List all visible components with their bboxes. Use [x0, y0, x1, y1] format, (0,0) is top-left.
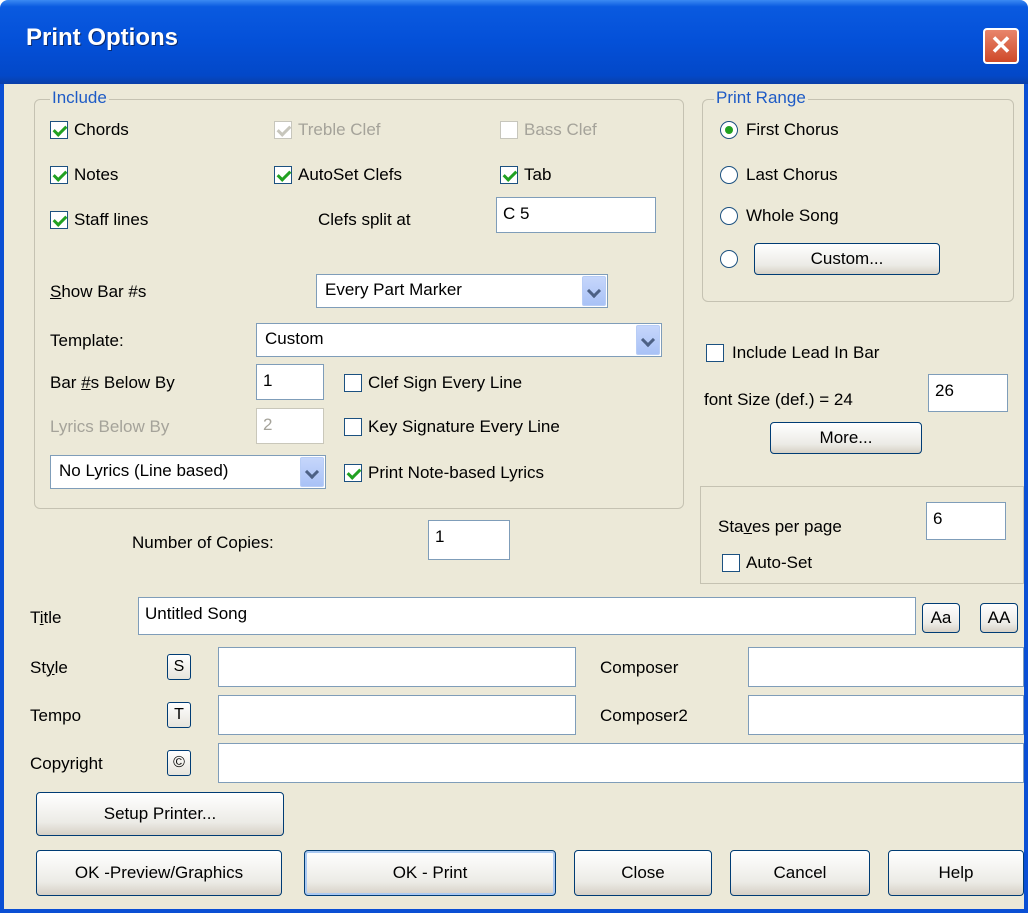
first-chorus-label: First Chorus [746, 120, 839, 139]
composer2-label: Composer2 [600, 706, 688, 725]
note-lyrics-checkbox[interactable] [344, 464, 362, 482]
template-select-value: Custom [265, 329, 324, 348]
custom-range-button[interactable]: Custom... [754, 243, 940, 275]
composer-label: Composer [600, 658, 679, 677]
staves-label: Staves per page [718, 517, 842, 536]
tempo-label: Tempo [30, 706, 82, 725]
staff-lines-label: Staff lines [74, 210, 149, 229]
font-size-label: font Size (def.) = 24 [704, 390, 853, 409]
key-signature-checkbox[interactable] [344, 418, 362, 436]
ok-print-button[interactable]: OK - Print [304, 850, 556, 896]
ok-preview-button[interactable]: OK -Preview/Graphics [36, 850, 282, 896]
dialog-body: Include Chords Treble Clef Bass Clef Not… [4, 84, 1024, 909]
staves-input[interactable]: 6 [926, 502, 1006, 540]
font-aa-large-button[interactable]: AA [980, 603, 1018, 633]
close-button[interactable]: Close [574, 850, 712, 896]
bar-below-input[interactable]: 1 [256, 364, 324, 400]
title-input[interactable]: Untitled Song [138, 597, 916, 635]
title-bar[interactable]: Print Options ✕ [0, 0, 1028, 84]
lyrics-mode-select-value: No Lyrics (Line based) [59, 461, 229, 480]
title-label: Title [30, 608, 62, 627]
bass-clef-label: Bass Clef [524, 120, 597, 139]
composer2-input[interactable] [748, 695, 1024, 735]
copyright-icon[interactable]: © [167, 750, 191, 776]
copyright-label: Copyright [30, 754, 103, 773]
tempo-button[interactable]: T [167, 702, 191, 728]
cancel-button[interactable]: Cancel [730, 850, 870, 896]
clef-sign-checkbox[interactable] [344, 374, 362, 392]
bar-below-label: Bar #s Below By [50, 373, 175, 392]
template-label: Template: [50, 331, 124, 350]
show-bar-select[interactable]: Every Part Marker [316, 274, 608, 308]
window-frame-right [1024, 84, 1028, 913]
last-chorus-label: Last Chorus [746, 165, 838, 184]
lyrics-mode-select[interactable]: No Lyrics (Line based) [50, 455, 326, 489]
last-chorus-radio[interactable] [720, 166, 738, 184]
notes-label: Notes [74, 165, 119, 184]
font-size-input[interactable]: 26 [928, 374, 1008, 412]
tab-label: Tab [524, 165, 552, 184]
notes-checkbox[interactable] [50, 166, 68, 184]
tempo-input[interactable] [218, 695, 576, 735]
window-frame-bottom [0, 909, 1028, 913]
chevron-down-icon[interactable] [636, 325, 660, 355]
note-lyrics-label: Print Note-based Lyrics [368, 463, 545, 482]
composer-input[interactable] [748, 647, 1024, 687]
first-chorus-radio[interactable] [720, 121, 738, 139]
window-title: Print Options [26, 24, 178, 51]
chevron-down-icon[interactable] [300, 457, 324, 487]
whole-song-radio[interactable] [720, 207, 738, 225]
help-button[interactable]: Help [888, 850, 1024, 896]
autoset-label: Auto-Set [746, 553, 813, 572]
template-select[interactable]: Custom [256, 323, 662, 357]
key-signature-label: Key Signature Every Line [368, 417, 560, 436]
setup-printer-button[interactable]: Setup Printer... [36, 792, 284, 836]
autoset-checkbox[interactable] [722, 554, 740, 572]
copyright-input[interactable] [218, 743, 1024, 783]
autoset-clefs-label: AutoSet Clefs [298, 165, 402, 184]
clefs-split-label: Clefs split at [318, 210, 411, 229]
style-button[interactable]: S [167, 654, 191, 680]
print-range-legend: Print Range [714, 88, 808, 108]
font-aa-small-button[interactable]: Aa [922, 603, 960, 633]
lead-in-checkbox[interactable] [706, 344, 724, 362]
whole-song-label: Whole Song [746, 206, 839, 225]
style-input[interactable] [218, 647, 576, 687]
close-icon[interactable]: ✕ [983, 28, 1019, 64]
tab-checkbox[interactable] [500, 166, 518, 184]
clef-sign-label: Clef Sign Every Line [368, 373, 523, 392]
style-label: Style [30, 658, 68, 677]
show-bar-label: Show Bar #s [50, 282, 147, 301]
treble-clef-checkbox [274, 121, 292, 139]
chords-label: Chords [74, 120, 129, 139]
staff-lines-checkbox[interactable] [50, 211, 68, 229]
copies-label: Number of Copies: [132, 533, 274, 552]
treble-clef-label: Treble Clef [298, 120, 381, 139]
clefs-split-input[interactable]: C 5 [496, 197, 656, 233]
print-options-dialog: Print Options ✕ Include Chords Treble Cl… [0, 0, 1028, 913]
custom-range-radio[interactable] [720, 250, 738, 268]
include-legend: Include [50, 88, 109, 108]
show-bar-select-value: Every Part Marker [325, 280, 462, 299]
lyrics-below-label: Lyrics Below By [50, 417, 170, 436]
more-button[interactable]: More... [770, 422, 922, 454]
copies-input[interactable]: 1 [428, 520, 510, 560]
chords-checkbox[interactable] [50, 121, 68, 139]
lead-in-label: Include Lead In Bar [732, 343, 880, 362]
autoset-clefs-checkbox[interactable] [274, 166, 292, 184]
bass-clef-checkbox [500, 121, 518, 139]
chevron-down-icon[interactable] [582, 276, 606, 306]
lyrics-below-input: 2 [256, 408, 324, 444]
